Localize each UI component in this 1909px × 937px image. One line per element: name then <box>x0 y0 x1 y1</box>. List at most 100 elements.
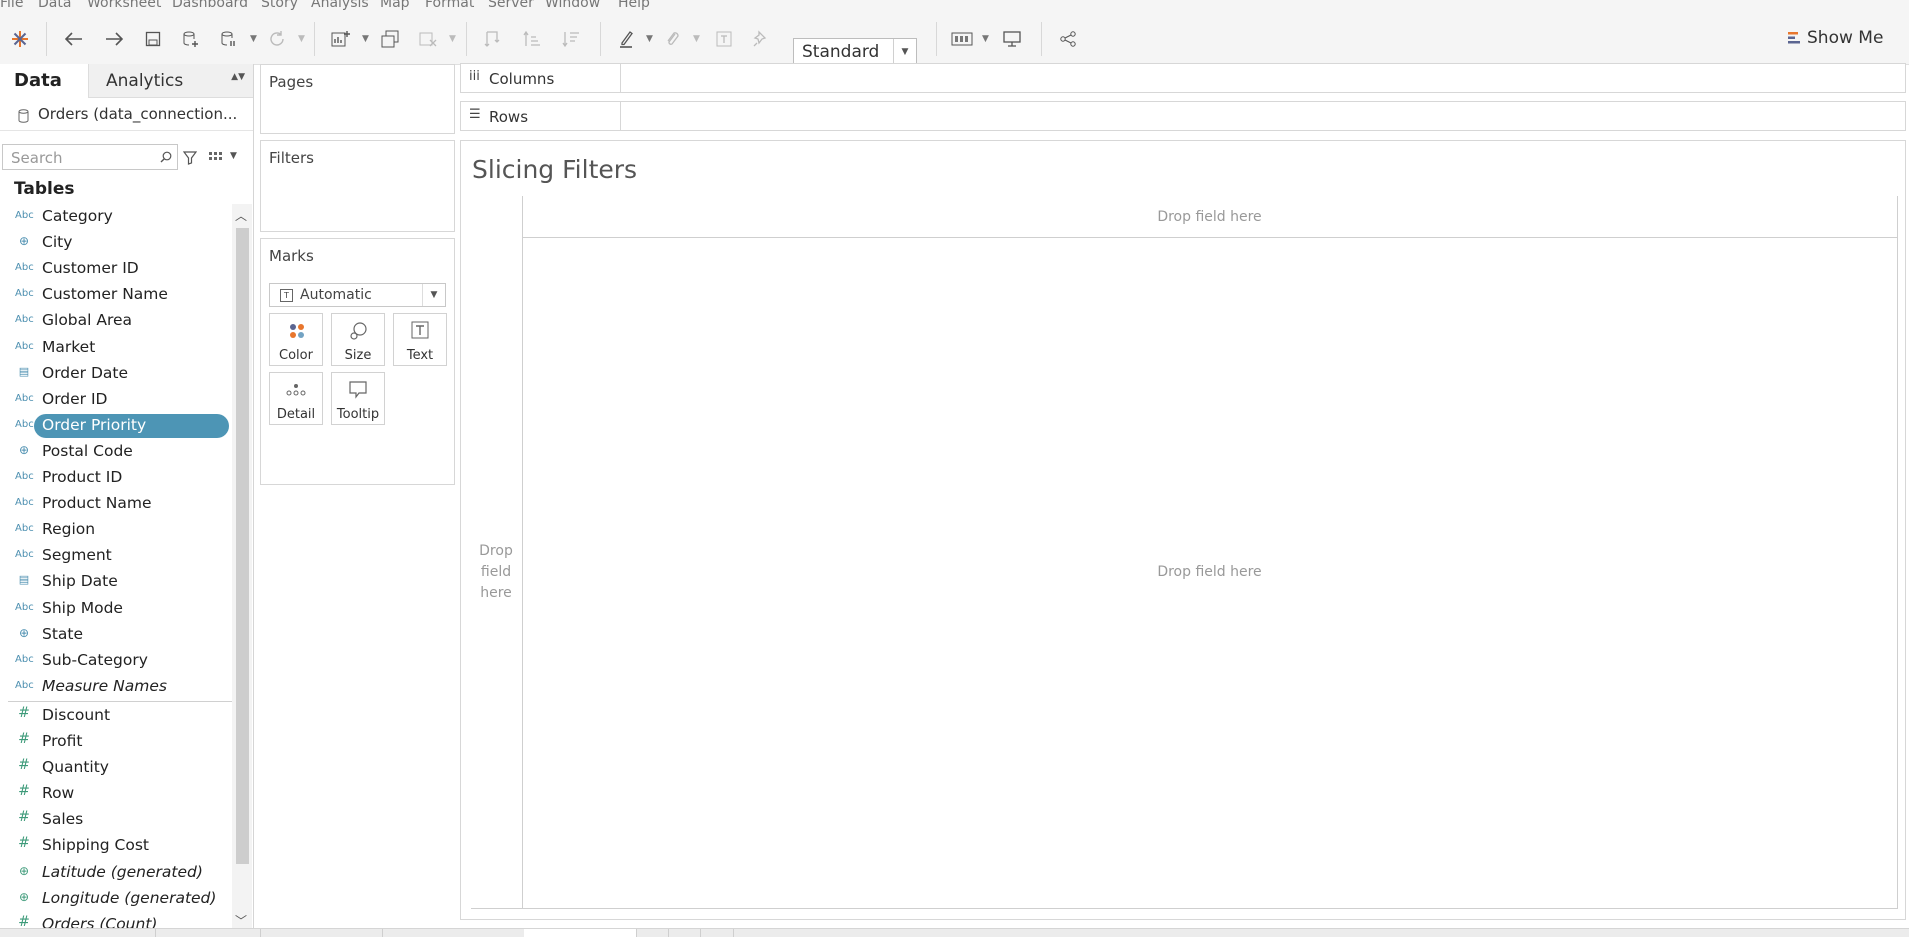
tableau-logo-icon[interactable] <box>7 26 33 52</box>
pin-axes-icon[interactable] <box>748 26 774 52</box>
new-worksheet-caret-icon[interactable]: ▼ <box>362 34 369 44</box>
chevron-down-icon[interactable]: ▼ <box>422 284 445 306</box>
field-item[interactable]: # Discount <box>0 703 232 729</box>
sort-ascending-icon[interactable] <box>519 26 545 52</box>
menu-format[interactable]: Format <box>425 0 474 11</box>
menu-map[interactable]: Map <box>380 0 410 11</box>
pane-menu-icon[interactable]: ▲▼ <box>231 72 245 82</box>
show-cards-icon[interactable] <box>949 26 975 52</box>
rows-shelf[interactable]: ☰ Rows <box>460 101 1906 131</box>
field-item[interactable]: # Row <box>0 781 232 807</box>
field-item[interactable]: ⊕ State <box>0 622 232 648</box>
number-type-icon: # <box>18 731 30 747</box>
presentation-mode-icon[interactable] <box>999 26 1025 52</box>
tab-data[interactable]: Data <box>0 64 88 98</box>
field-item[interactable]: Abc Region <box>0 517 232 543</box>
share-icon[interactable] <box>1055 26 1081 52</box>
field-item[interactable]: # Shipping Cost <box>0 833 232 859</box>
view-options-icon[interactable] <box>209 152 223 163</box>
field-item[interactable]: ⊕ Postal Code <box>0 439 232 465</box>
filter-icon[interactable] <box>183 151 197 165</box>
new-worksheet-icon[interactable] <box>328 26 354 52</box>
field-item[interactable]: Abc Product ID <box>0 465 232 491</box>
toolbar-separator <box>1041 22 1042 56</box>
filters-shelf[interactable]: Filters <box>260 140 455 232</box>
view-options-caret-icon[interactable]: ▼ <box>230 151 237 161</box>
search-field[interactable] <box>2 144 178 170</box>
field-item[interactable]: Abc Measure Names <box>0 674 232 700</box>
field-item[interactable]: Abc Category <box>0 204 232 230</box>
field-item[interactable]: Abc Customer ID <box>0 256 232 282</box>
menu-worksheet[interactable]: Worksheet <box>87 0 161 11</box>
field-name: Latitude (generated) <box>42 862 203 881</box>
tooltip-button[interactable]: Tooltip <box>331 372 385 425</box>
sort-descending-icon[interactable] <box>558 26 584 52</box>
menu-help[interactable]: Help <box>618 0 650 11</box>
duplicate-sheet-icon[interactable] <box>377 26 403 52</box>
group-members-icon[interactable] <box>659 26 685 52</box>
field-item[interactable]: # Quantity <box>0 755 232 781</box>
mark-type-select[interactable]: T Automatic ▼ <box>269 283 446 307</box>
text-button[interactable]: Text <box>393 313 447 366</box>
menu-story[interactable]: Story <box>261 0 298 11</box>
columns-shelf[interactable]: iii Columns <box>460 63 1906 93</box>
menu-dashboard[interactable]: Dashboard <box>172 0 248 11</box>
new-datasource-icon[interactable] <box>178 26 204 52</box>
redo-icon[interactable] <box>101 26 127 52</box>
refresh-icon[interactable] <box>264 26 290 52</box>
fit-select[interactable]: Standard ▼ <box>793 38 917 65</box>
scroll-up-icon[interactable]: ︿ <box>235 207 247 224</box>
detail-button[interactable]: Detail <box>269 372 323 425</box>
pause-updates-icon[interactable] <box>216 26 242 52</box>
refresh-caret-icon[interactable]: ▼ <box>298 34 305 44</box>
search-input[interactable] <box>9 147 163 169</box>
scrollbar-thumb[interactable] <box>236 228 249 864</box>
field-item[interactable]: Abc Sub-Category <box>0 648 232 674</box>
field-item[interactable]: Abc Market <box>0 335 232 361</box>
menu-analysis[interactable]: Analysis <box>311 0 369 11</box>
sheet-title[interactable]: Slicing Filters <box>472 155 637 184</box>
field-list-scrollbar[interactable]: ︿ ﹀ <box>232 204 252 930</box>
field-item[interactable]: Abc Ship Mode <box>0 596 232 622</box>
color-button[interactable]: Color <box>269 313 323 366</box>
drop-zone-rows[interactable]: Drop field here <box>471 541 521 604</box>
drop-zone-columns[interactable]: Drop field here <box>522 209 1897 225</box>
field-item[interactable]: ▤ Ship Date <box>0 569 232 595</box>
group-members-caret-icon[interactable]: ▼ <box>693 34 700 44</box>
show-me-button[interactable]: Show Me <box>1788 26 1883 50</box>
highlight-icon[interactable] <box>614 26 640 52</box>
field-item[interactable]: # Sales <box>0 807 232 833</box>
clear-sheet-icon[interactable] <box>415 26 441 52</box>
field-item[interactable]: Abc Customer Name <box>0 282 232 308</box>
menu-window[interactable]: Window <box>545 0 600 11</box>
field-item[interactable]: Abc Order ID <box>0 387 232 413</box>
swap-rows-columns-icon[interactable] <box>480 26 506 52</box>
size-button[interactable]: Size <box>331 313 385 366</box>
drop-zone-view[interactable]: Drop field here <box>522 564 1897 580</box>
field-item[interactable]: ▤ Order Date <box>0 361 232 387</box>
pause-updates-caret-icon[interactable]: ▼ <box>250 34 257 44</box>
field-item[interactable]: Abc Order Priority <box>0 413 232 439</box>
field-item[interactable]: ⊕ Longitude (generated) <box>0 886 232 912</box>
field-item[interactable]: Abc Segment <box>0 543 232 569</box>
field-item[interactable]: Abc Product Name <box>0 491 232 517</box>
show-cards-caret-icon[interactable]: ▼ <box>982 34 989 44</box>
field-item[interactable]: Abc Global Area <box>0 308 232 334</box>
undo-icon[interactable] <box>61 26 87 52</box>
scroll-down-icon[interactable]: ﹀ <box>235 912 247 929</box>
show-mark-labels-icon[interactable] <box>711 26 737 52</box>
menu-server[interactable]: Server <box>488 0 534 11</box>
menu-bar: File Data Worksheet Dashboard Story Anal… <box>0 0 1909 14</box>
clear-sheet-caret-icon[interactable]: ▼ <box>449 34 456 44</box>
tab-analytics[interactable]: Analytics ▲▼ <box>88 64 253 98</box>
highlight-caret-icon[interactable]: ▼ <box>646 34 653 44</box>
menu-file[interactable]: File <box>0 0 23 11</box>
pages-shelf[interactable]: Pages <box>260 64 455 134</box>
menu-data[interactable]: Data <box>38 0 71 11</box>
datasource-item[interactable]: Orders (data_connection... <box>0 100 253 131</box>
save-icon[interactable] <box>140 26 166 52</box>
field-item[interactable]: # Profit <box>0 729 232 755</box>
chevron-down-icon[interactable]: ▼ <box>893 39 916 64</box>
field-item[interactable]: ⊕ Latitude (generated) <box>0 860 232 886</box>
field-item[interactable]: ⊕ City <box>0 230 232 256</box>
